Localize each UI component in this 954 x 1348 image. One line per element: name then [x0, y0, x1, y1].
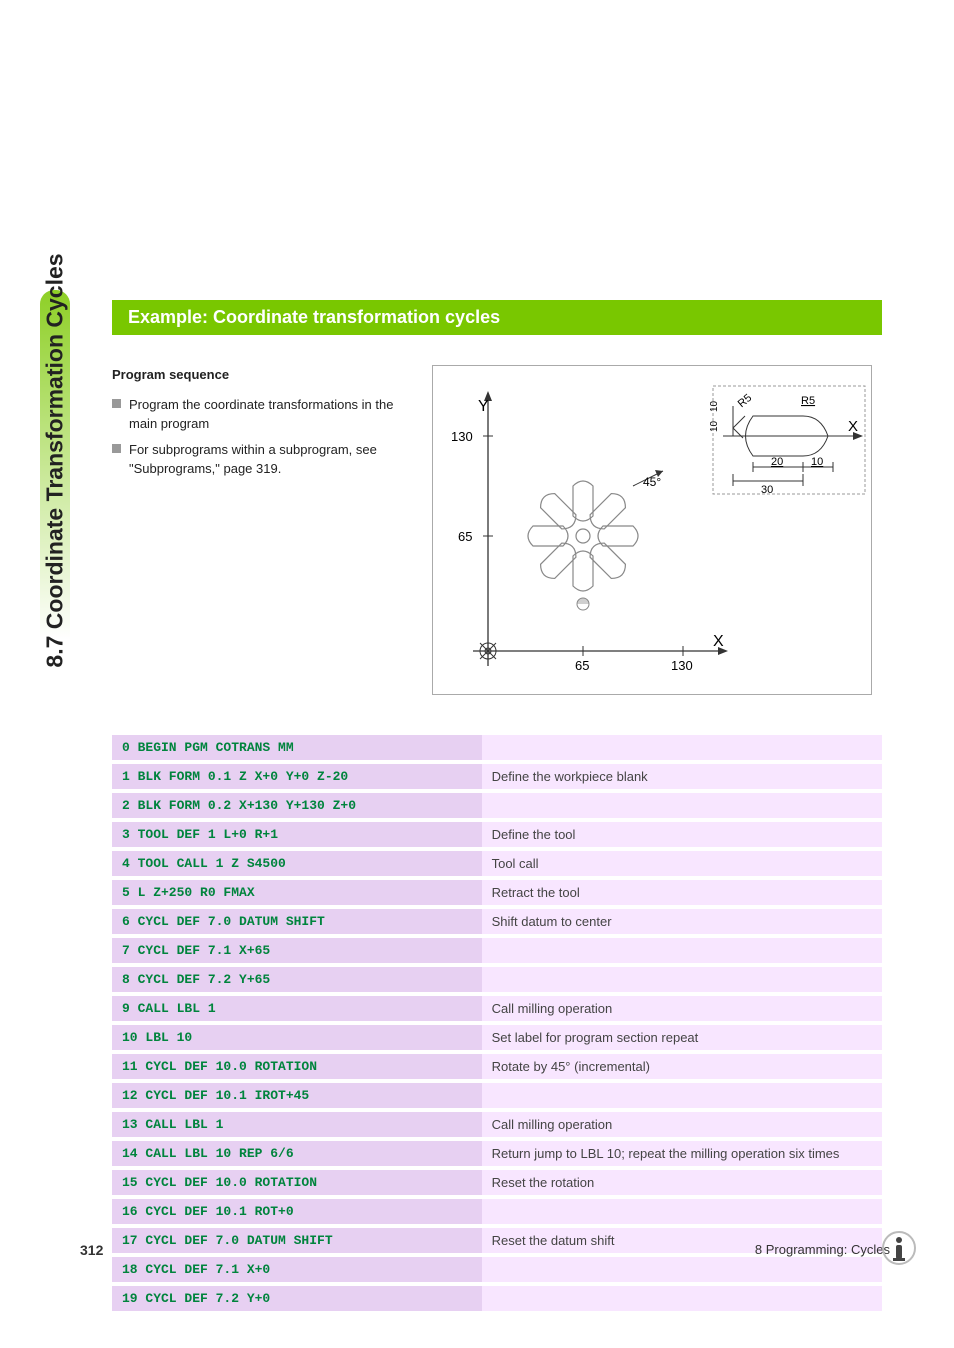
desc-cell: Reset the rotation: [482, 1168, 882, 1197]
bullet-text: Program the coordinate transformations i…: [129, 395, 412, 434]
code-cell: 7 CYCL DEF 7.1 X+65: [112, 936, 482, 965]
detail-dim-20: 20: [771, 456, 783, 468]
desc-cell: [482, 1284, 882, 1313]
table-row: 13 CALL LBL 1Call milling operation: [112, 1110, 882, 1139]
example-title-bar: Example: Coordinate transformation cycle…: [112, 300, 882, 335]
side-tab: 8.7 Coordinate Transformation Cycles: [38, 290, 72, 630]
detail-dim-10-a: 10: [709, 400, 720, 412]
example-title: Example: Coordinate transformation cycle…: [128, 307, 500, 327]
desc-cell: Call milling operation: [482, 1110, 882, 1139]
desc-cell: Tool call: [482, 849, 882, 878]
code-cell: 11 CYCL DEF 10.0 ROTATION: [112, 1052, 482, 1081]
chapter-label: 8 Programming: Cycles: [755, 1242, 890, 1258]
table-row: 10 LBL 10Set label for program section r…: [112, 1023, 882, 1052]
table-row: 14 CALL LBL 10 REP 6/6Return jump to LBL…: [112, 1139, 882, 1168]
square-bullet-icon: [112, 444, 121, 453]
code-cell: 5 L Z+250 R0 FMAX: [112, 878, 482, 907]
code-cell: 6 CYCL DEF 7.0 DATUM SHIFT: [112, 907, 482, 936]
table-row: 3 TOOL DEF 1 L+0 R+1Define the tool: [112, 820, 882, 849]
nc-code-table: 0 BEGIN PGM COTRANS MM1 BLK FORM 0.1 Z X…: [112, 735, 882, 1315]
bullet-item: For subprograms within a subprogram, see…: [112, 440, 412, 479]
table-row: 2 BLK FORM 0.2 X+130 Y+130 Z+0: [112, 791, 882, 820]
x-axis-label-bottom: X: [713, 633, 724, 650]
desc-cell: Shift datum to center: [482, 907, 882, 936]
code-cell: 2 BLK FORM 0.2 X+130 Y+130 Z+0: [112, 791, 482, 820]
desc-cell: [482, 791, 882, 820]
desc-cell: Define the workpiece blank: [482, 762, 882, 791]
table-row: 19 CYCL DEF 7.2 Y+0: [112, 1284, 882, 1313]
info-icon[interactable]: [879, 1228, 919, 1268]
y-axis-label: Y: [478, 398, 489, 415]
y-tick-65: 65: [458, 529, 472, 544]
code-cell: 1 BLK FORM 0.1 Z X+0 Y+0 Z-20: [112, 762, 482, 791]
table-row: 18 CYCL DEF 7.1 X+0: [112, 1255, 882, 1284]
code-cell: 3 TOOL DEF 1 L+0 R+1: [112, 820, 482, 849]
angle-label: 45°: [643, 475, 661, 489]
side-tab-text: 8.7 Coordinate Transformation Cycles: [42, 253, 69, 667]
code-cell: 0 BEGIN PGM COTRANS MM: [112, 735, 482, 762]
bullet-text: For subprograms within a subprogram, see…: [129, 440, 412, 479]
code-cell: 9 CALL LBL 1: [112, 994, 482, 1023]
detail-dim-10-b: 10: [709, 420, 720, 432]
code-cell: 18 CYCL DEF 7.1 X+0: [112, 1255, 482, 1284]
detail-dim-30: 30: [761, 484, 773, 496]
x-tick-130: 130: [671, 658, 693, 673]
table-row: 6 CYCL DEF 7.0 DATUM SHIFTShift datum to…: [112, 907, 882, 936]
x-tick-65: 65: [575, 658, 589, 673]
desc-cell: [482, 965, 882, 994]
table-row: 8 CYCL DEF 7.2 Y+65: [112, 965, 882, 994]
table-row: 1 BLK FORM 0.1 Z X+0 Y+0 Z-20Define the …: [112, 762, 882, 791]
desc-cell: Rotate by 45° (incremental): [482, 1052, 882, 1081]
table-row: 9 CALL LBL 1Call milling operation: [112, 994, 882, 1023]
table-row: 7 CYCL DEF 7.1 X+65: [112, 936, 882, 965]
table-row: 5 L Z+250 R0 FMAXRetract the tool: [112, 878, 882, 907]
code-cell: 8 CYCL DEF 7.2 Y+65: [112, 965, 482, 994]
program-sequence-heading: Program sequence: [112, 365, 412, 385]
desc-cell: Define the tool: [482, 820, 882, 849]
desc-cell: Return jump to LBL 10; repeat the millin…: [482, 1139, 882, 1168]
desc-cell: [482, 735, 882, 762]
desc-cell: Call milling operation: [482, 994, 882, 1023]
table-row: 11 CYCL DEF 10.0 ROTATIONRotate by 45° (…: [112, 1052, 882, 1081]
code-cell: 10 LBL 10: [112, 1023, 482, 1052]
table-row: 15 CYCL DEF 10.0 ROTATIONReset the rotat…: [112, 1168, 882, 1197]
code-cell: 16 CYCL DEF 10.1 ROT+0: [112, 1197, 482, 1226]
page-number: 312: [80, 1242, 103, 1258]
detail-r5-a: R5: [736, 392, 754, 410]
detail-dim-10-c: 10: [811, 456, 823, 468]
y-tick-130: 130: [451, 429, 473, 444]
program-sequence-block: Program sequence Program the coordinate …: [112, 365, 412, 695]
code-cell: 19 CYCL DEF 7.2 Y+0: [112, 1284, 482, 1313]
table-row: 16 CYCL DEF 10.1 ROT+0: [112, 1197, 882, 1226]
desc-cell: [482, 1197, 882, 1226]
code-cell: 4 TOOL CALL 1 Z S4500: [112, 849, 482, 878]
desc-cell: Retract the tool: [482, 878, 882, 907]
coordinate-diagram: Y X 130 65 65 130 45°: [432, 365, 872, 695]
code-cell: 13 CALL LBL 1: [112, 1110, 482, 1139]
desc-cell: [482, 936, 882, 965]
code-cell: 14 CALL LBL 10 REP 6/6: [112, 1139, 482, 1168]
detail-r5-b: R5: [801, 395, 815, 407]
table-row: 4 TOOL CALL 1 Z S4500Tool call: [112, 849, 882, 878]
desc-cell: Set label for program section repeat: [482, 1023, 882, 1052]
page-footer: 312 8 Programming: Cycles: [80, 1242, 890, 1258]
bullet-item: Program the coordinate transformations i…: [112, 395, 412, 434]
square-bullet-icon: [112, 399, 121, 408]
table-row: 12 CYCL DEF 10.1 IROT+45: [112, 1081, 882, 1110]
desc-cell: [482, 1255, 882, 1284]
code-cell: 15 CYCL DEF 10.0 ROTATION: [112, 1168, 482, 1197]
detail-x-axis-label: X: [848, 418, 858, 435]
table-row: 0 BEGIN PGM COTRANS MM: [112, 735, 882, 762]
desc-cell: [482, 1081, 882, 1110]
code-cell: 12 CYCL DEF 10.1 IROT+45: [112, 1081, 482, 1110]
